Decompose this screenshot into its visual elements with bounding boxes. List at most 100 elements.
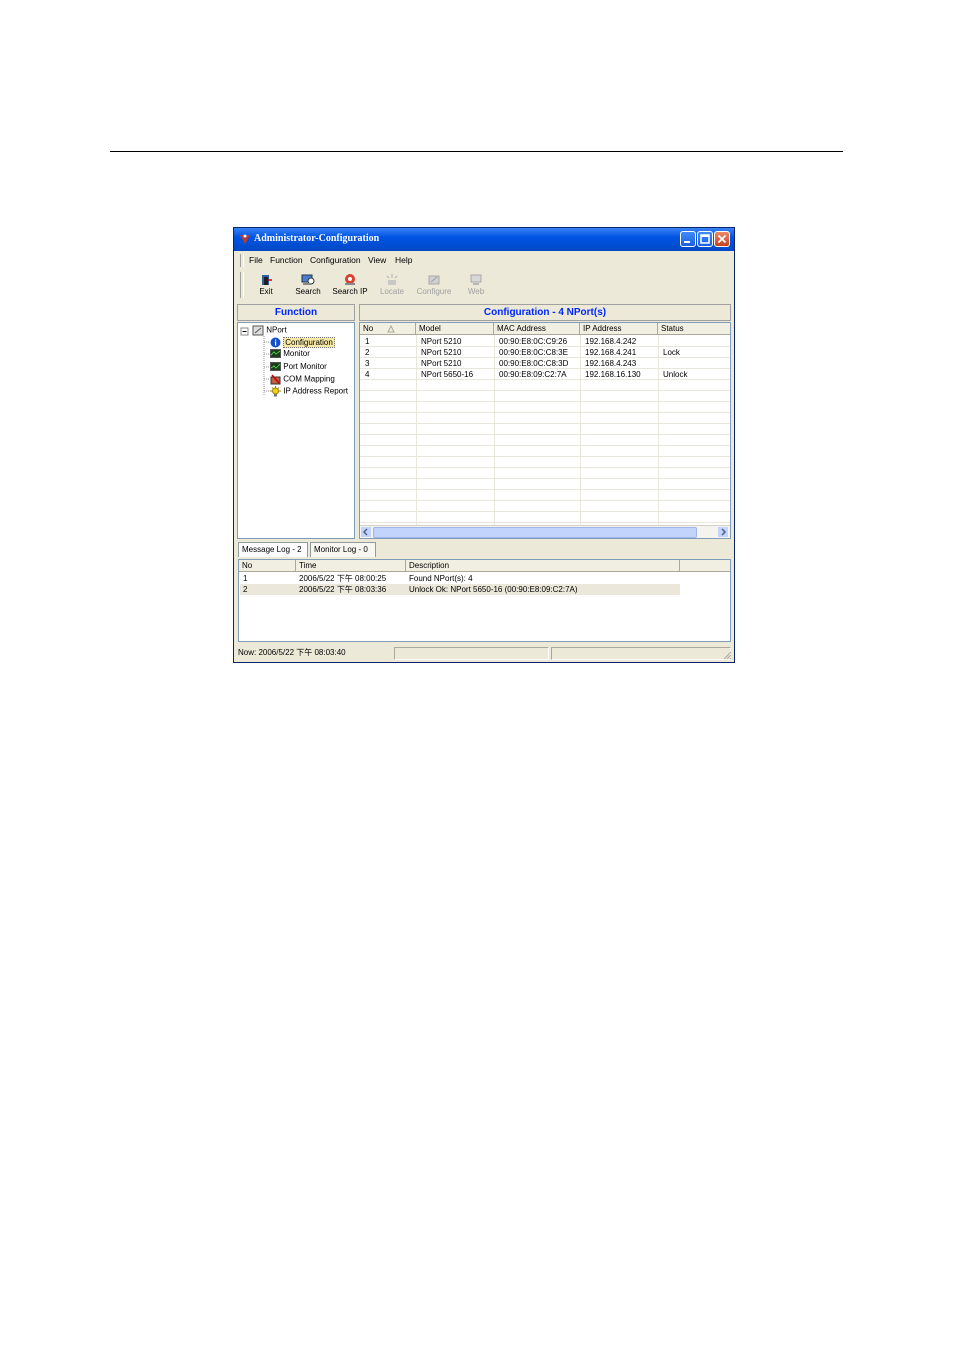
menu-view[interactable]: View xyxy=(368,255,386,265)
window-title: Administrator-Configuration xyxy=(254,233,380,244)
grid-line xyxy=(360,445,730,446)
close-icon xyxy=(717,234,727,244)
search-ip-icon xyxy=(345,274,355,285)
row-2-ip[interactable]: 192.168.4.241 xyxy=(585,347,636,358)
tree-root-nport[interactable]: NPort xyxy=(252,325,287,336)
status-now: Now: 2006/5/22 下午 08:03:40 xyxy=(238,648,346,657)
scroll-thumb[interactable] xyxy=(373,527,697,538)
search-ip-label: Search IP xyxy=(332,287,368,296)
grid-line xyxy=(360,456,730,457)
row-1-model[interactable]: NPort 5210 xyxy=(421,336,461,347)
row-2-mac[interactable]: 00:90:E8:0C:C8:3E xyxy=(499,347,568,358)
menu-file[interactable]: File xyxy=(249,255,263,265)
search-ip-button[interactable]: Search IP xyxy=(330,271,370,299)
menu-help[interactable]: Help xyxy=(395,255,412,265)
status-pane-2 xyxy=(394,647,549,660)
tree-item-configuration-label: Configuration xyxy=(283,336,335,348)
log-row-2-time[interactable]: 2006/5/22 下午 08:03:36 xyxy=(299,584,386,595)
close-button[interactable] xyxy=(714,231,730,247)
sort-ascending-icon xyxy=(387,325,395,333)
col-status[interactable]: Status xyxy=(658,323,730,335)
log-col-description[interactable]: Description xyxy=(406,560,680,572)
app-icon xyxy=(240,234,250,244)
tree-item-port-monitor-label: Port Monitor xyxy=(283,362,327,372)
web-button[interactable]: Web xyxy=(456,271,496,299)
row-1-ip[interactable]: 192.168.4.242 xyxy=(585,336,636,347)
row-4-model[interactable]: NPort 5650-16 xyxy=(421,369,473,380)
grid-line xyxy=(360,412,730,413)
web-label: Web xyxy=(467,287,485,296)
row-3-model[interactable]: NPort 5210 xyxy=(421,358,461,369)
exit-label: Exit xyxy=(259,287,273,296)
grid-line xyxy=(360,522,730,523)
message-log-list: No Time Description 1 2006/5/22 下午 08:00… xyxy=(238,559,731,642)
minimize-button[interactable] xyxy=(680,231,696,247)
locate-label: Locate xyxy=(379,287,405,296)
search-button[interactable]: Search xyxy=(288,271,328,299)
nport-table: No Model MAC Address IP Address Status 1… xyxy=(359,322,731,539)
tree-item-monitor[interactable]: Monitor xyxy=(270,349,310,359)
row-3-no[interactable]: 3 xyxy=(365,358,369,369)
row-3-mac[interactable]: 00:90:E8:0C:C8:3D xyxy=(499,358,568,369)
minimize-icon xyxy=(684,241,690,243)
log-col-no[interactable]: No xyxy=(239,560,296,572)
col-no[interactable]: No xyxy=(360,323,416,335)
menu-configuration[interactable]: Configuration xyxy=(310,255,361,265)
maximize-button[interactable] xyxy=(697,231,713,247)
menubar-grip xyxy=(240,254,244,267)
grid-line xyxy=(360,511,730,512)
row-4-mac[interactable]: 00:90:E8:09:C2:7A xyxy=(499,369,567,380)
row-4-no[interactable]: 4 xyxy=(365,369,369,380)
tree-item-ip-address-report[interactable]: IP Address Report xyxy=(270,386,348,397)
nport-icon xyxy=(252,325,264,336)
page-divider-rule xyxy=(110,151,843,152)
row-1-mac[interactable]: 00:90:E8:0C:C9:26 xyxy=(499,336,567,347)
log-row-1-description[interactable]: Found NPort(s): 4 xyxy=(409,573,473,584)
grid-line xyxy=(360,401,730,402)
locate-button[interactable]: Locate xyxy=(372,271,412,299)
grid-line xyxy=(360,467,730,468)
web-icon xyxy=(470,274,482,285)
tab-monitor-log[interactable]: Monitor Log - 0 xyxy=(310,542,376,557)
log-col-time[interactable]: Time xyxy=(296,560,406,572)
configure-button[interactable]: Configure xyxy=(414,271,454,299)
tree-item-monitor-label: Monitor xyxy=(283,349,310,359)
grid-line xyxy=(360,478,730,479)
ip-report-icon xyxy=(270,386,281,397)
grid-line xyxy=(494,335,495,525)
search-icon xyxy=(301,274,315,285)
col-mac-address[interactable]: MAC Address xyxy=(494,323,580,335)
toolbar: Exit Search Search IP Locate Configure W… xyxy=(238,270,730,300)
menu-function[interactable]: Function xyxy=(270,255,303,265)
title-bar[interactable]: Administrator-Configuration xyxy=(234,228,734,251)
tab-message-log[interactable]: Message Log - 2 xyxy=(238,542,308,557)
tree-item-configuration[interactable]: Configuration xyxy=(270,336,335,348)
log-row-1-no[interactable]: 1 xyxy=(243,573,247,584)
tree-item-port-monitor[interactable]: Port Monitor xyxy=(270,362,327,372)
grid-line xyxy=(360,423,730,424)
function-panel-title: Function xyxy=(237,304,355,321)
row-4-status[interactable]: Unlock xyxy=(663,369,687,380)
tree-item-com-mapping[interactable]: COM Mapping xyxy=(270,374,335,385)
grid-line xyxy=(416,335,417,525)
resize-grip-icon[interactable] xyxy=(722,650,732,660)
row-3-ip[interactable]: 192.168.4.243 xyxy=(585,358,636,369)
log-row-1-time[interactable]: 2006/5/22 下午 08:00:25 xyxy=(299,573,386,584)
row-2-no[interactable]: 2 xyxy=(365,347,369,358)
col-model[interactable]: Model xyxy=(416,323,494,335)
scroll-left-icon[interactable] xyxy=(361,527,371,537)
horizontal-scrollbar[interactable] xyxy=(360,525,730,538)
log-row-2-description[interactable]: Unlock Ok: NPort 5650-16 (00:90:E8:09:C2… xyxy=(409,584,578,595)
exit-button[interactable]: Exit xyxy=(246,271,286,299)
row-2-model[interactable]: NPort 5210 xyxy=(421,347,461,358)
col-ip-address[interactable]: IP Address xyxy=(580,323,658,335)
tree-item-com-mapping-label: COM Mapping xyxy=(283,374,335,384)
com-mapping-icon xyxy=(270,374,281,385)
row-4-ip[interactable]: 192.168.16.130 xyxy=(585,369,641,380)
scroll-right-icon[interactable] xyxy=(718,527,728,537)
log-row-2-no[interactable]: 2 xyxy=(243,584,247,595)
exit-icon xyxy=(262,275,272,285)
row-1-no[interactable]: 1 xyxy=(365,336,369,347)
row-2-status[interactable]: Lock xyxy=(663,347,680,358)
log-col-filler xyxy=(680,560,730,572)
